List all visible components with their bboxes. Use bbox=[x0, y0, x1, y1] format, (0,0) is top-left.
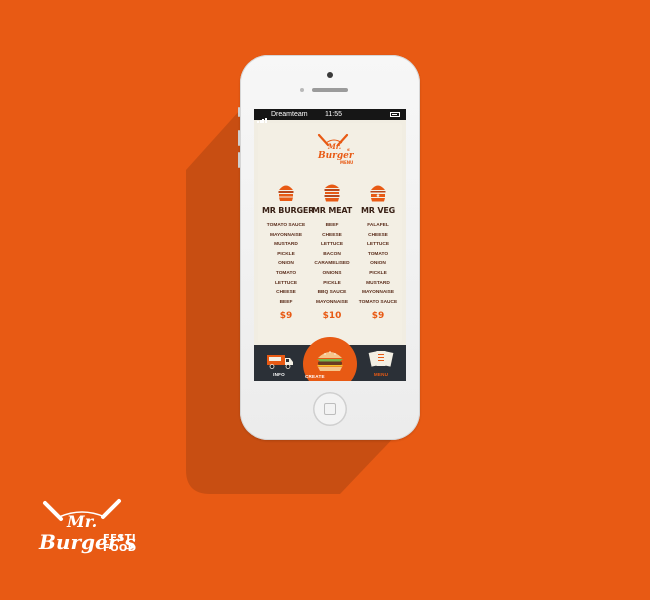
status-bar: Dreamteam 11:55 bbox=[254, 109, 406, 123]
ingredient: PICKLE bbox=[369, 270, 387, 276]
menu-title: MR MEAT bbox=[312, 206, 352, 215]
ingredient: PICKLE bbox=[277, 251, 295, 257]
burger-icon bbox=[278, 185, 294, 201]
ingredient: ONION bbox=[278, 261, 294, 267]
svg-text:s: s bbox=[347, 147, 350, 153]
ingredient: LETTUCE bbox=[366, 242, 390, 248]
burger-icon bbox=[370, 185, 386, 202]
menu-title: MR BURGER bbox=[262, 206, 315, 215]
volume-down-button bbox=[238, 152, 240, 168]
menu-title: MR VEG bbox=[361, 206, 395, 215]
menu-column-mr-meat[interactable]: MR MEAT BEEF CHEESE LETTUCE BACON CARAME… bbox=[308, 181, 356, 321]
volume-up-button bbox=[238, 130, 240, 146]
ingredient: MAYONNAISE bbox=[269, 232, 303, 238]
ingredient: MAYONNAISE bbox=[315, 299, 349, 305]
brand-script-top: Mr. bbox=[66, 512, 97, 531]
ingredient: CARAMELISED bbox=[314, 261, 350, 267]
menu-cards-icon bbox=[368, 351, 394, 367]
ingredient: BEEF bbox=[325, 223, 339, 228]
brand-logo: Mr. Burger's FESTI FOOD bbox=[37, 497, 147, 577]
ingredient: MAYONNAISE bbox=[361, 290, 395, 296]
ingredient: LETTUCE bbox=[274, 280, 298, 286]
menu-price: $9 bbox=[279, 311, 293, 322]
ingredient: ONION bbox=[370, 261, 386, 267]
ingredient: BACON bbox=[323, 251, 341, 257]
proximity-sensor bbox=[300, 88, 304, 92]
battery-icon bbox=[390, 112, 400, 117]
ingredient: LETTUCE bbox=[320, 242, 344, 248]
menu-price: $9 bbox=[371, 311, 385, 322]
tab-info[interactable]: INFO bbox=[254, 345, 304, 381]
ingredient: MUSTARD bbox=[274, 242, 298, 248]
ingredient: ONIONS bbox=[322, 270, 342, 276]
ingredient: CHEESE bbox=[322, 232, 342, 238]
brand-subtitle: FESTI FOOD bbox=[103, 534, 136, 554]
menu-price: $10 bbox=[322, 311, 342, 322]
home-button[interactable] bbox=[313, 392, 347, 426]
tab-menu[interactable]: MENU bbox=[356, 345, 406, 381]
ingredient: MUSTARD bbox=[366, 280, 390, 286]
tab-menu-label: MENU bbox=[373, 372, 389, 377]
brand-line-2: FOOD bbox=[103, 543, 137, 554]
ingredient: BBQ SAUCE bbox=[317, 290, 347, 296]
tab-create-label: CREATE bbox=[305, 374, 325, 379]
carrier-name: Dreamteam bbox=[271, 111, 308, 118]
svg-text:Mr.: Mr. bbox=[327, 142, 341, 151]
logo-tag: MENU bbox=[340, 160, 353, 165]
food-truck-icon bbox=[267, 355, 293, 369]
mr-burgers-logo: Mr. Burger s MENU bbox=[317, 133, 354, 165]
menu-card: Mr. Burger s MENU MR BURGER TOMATO SAUCE… bbox=[258, 123, 402, 343]
earpiece-speaker bbox=[312, 88, 348, 92]
ingredient: PICKLE bbox=[323, 280, 341, 286]
ingredient: TOMATO SAUCE bbox=[266, 223, 306, 228]
ingredient: TOMATO bbox=[367, 251, 389, 257]
burger-icon bbox=[317, 351, 343, 371]
front-camera bbox=[327, 72, 333, 78]
ingredient: TOMATO bbox=[275, 270, 297, 276]
ingredient: BEEF bbox=[279, 299, 293, 305]
mute-switch bbox=[238, 107, 240, 117]
tab-create[interactable]: CREATE bbox=[303, 337, 357, 381]
ingredient: TOMATO SAUCE bbox=[358, 299, 398, 305]
status-time: 11:55 bbox=[325, 111, 342, 118]
menu-column-mr-burger[interactable]: MR BURGER TOMATO SAUCE MAYONNAISE MUSTAR… bbox=[262, 181, 315, 322]
burger-icon bbox=[324, 184, 340, 202]
phone-device: Dreamteam 11:55 Mr. Burger s MENU MR BUR… bbox=[238, 55, 420, 440]
ingredient: CHEESE bbox=[276, 290, 296, 296]
signal-icon bbox=[257, 112, 269, 123]
ingredient: FALAFEL bbox=[367, 223, 389, 228]
ingredient: CHEESE bbox=[368, 232, 388, 238]
phone-screen: Dreamteam 11:55 Mr. Burger s MENU MR BUR… bbox=[254, 109, 406, 381]
tab-info-label: INFO bbox=[273, 372, 285, 377]
menu-column-mr-veg[interactable]: MR VEG FALAFEL CHEESE LETTUCE TOMATO ONI… bbox=[354, 181, 402, 321]
